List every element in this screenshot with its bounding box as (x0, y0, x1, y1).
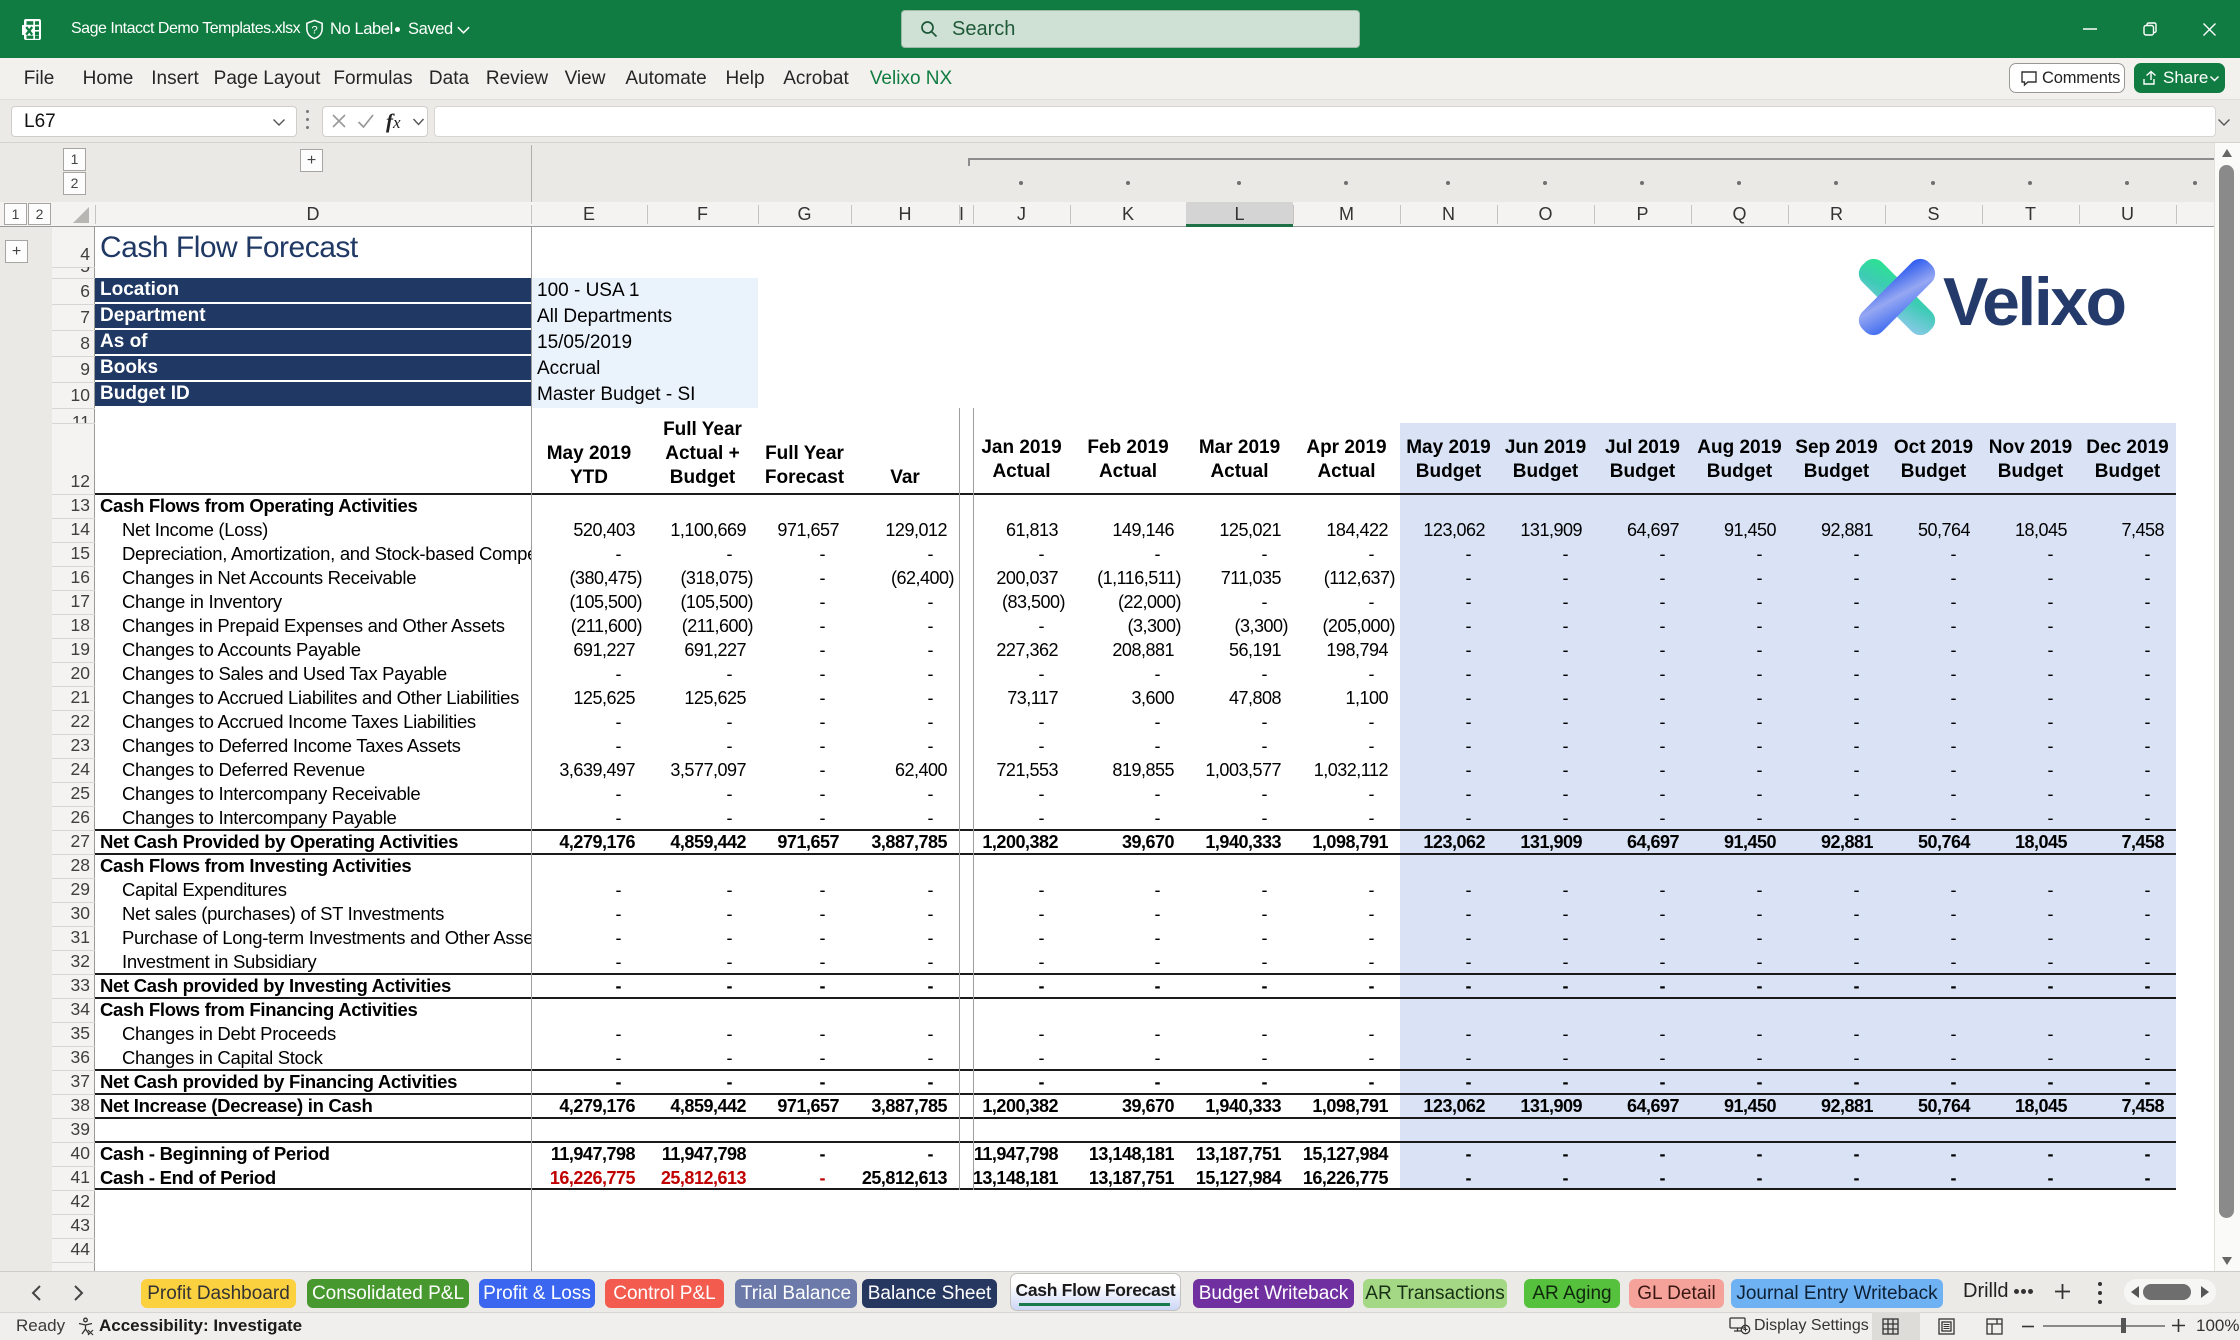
svg-text:?: ? (311, 24, 317, 36)
svg-text:Velixo: Velixo (1943, 264, 2125, 340)
